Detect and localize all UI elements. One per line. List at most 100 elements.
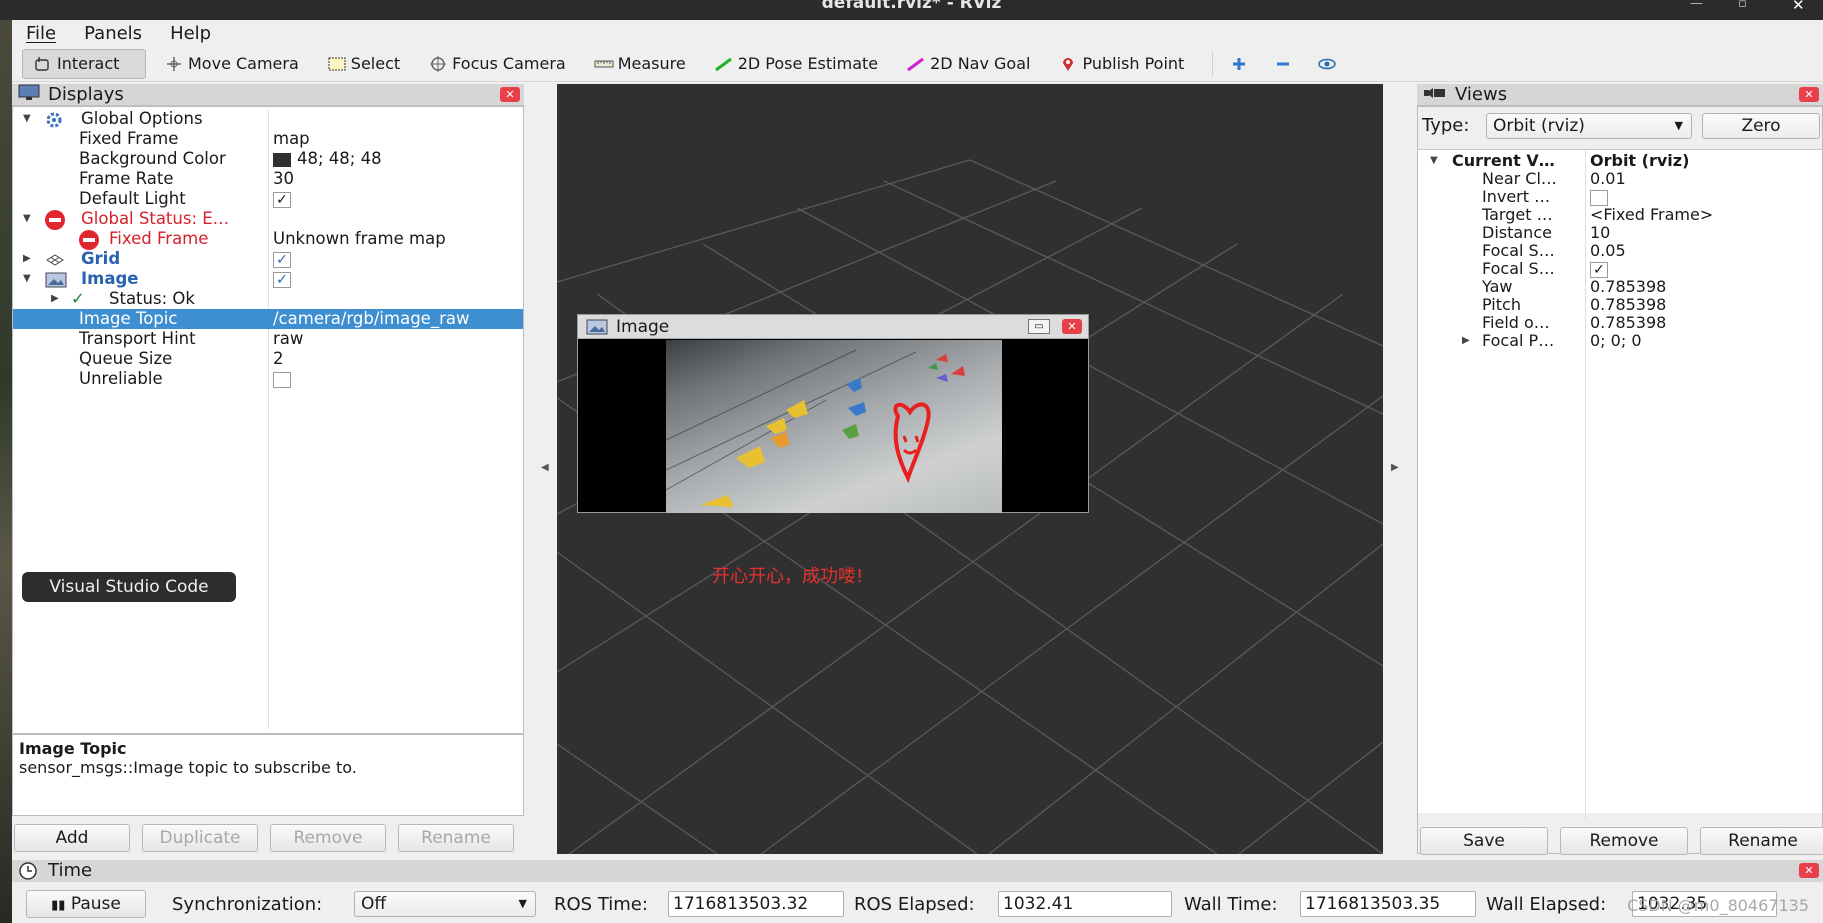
image-checkbox[interactable]: ✓ (273, 269, 291, 289)
remove-view-button[interactable]: Remove (1560, 827, 1688, 855)
remove-display-button[interactable]: Remove (270, 824, 386, 852)
tool-select[interactable]: Select (317, 49, 410, 79)
view-type-select[interactable]: Orbit (rviz) ▼ (1486, 113, 1692, 139)
rename-display-button[interactable]: Rename (398, 824, 514, 852)
view-row[interactable]: Focal S… ✓ (1418, 260, 1822, 278)
property-description: Image Topic sensor_msgs::Image topic to … (12, 734, 524, 816)
grid-checkbox[interactable]: ✓ (273, 249, 291, 269)
ros-time-field[interactable]: 1716813503.32 (668, 891, 844, 917)
close-window-icon[interactable]: ✕ (1792, 0, 1805, 14)
view-prop-value[interactable]: 0; 0; 0 (1590, 332, 1642, 350)
view-row[interactable]: Distance 10 (1418, 224, 1822, 242)
tree-row-queue-size[interactable]: Queue Size 2 (13, 349, 523, 369)
maximize-icon[interactable]: ▫ (1738, 0, 1747, 11)
duplicate-display-button[interactable]: Duplicate (142, 824, 258, 852)
menu-file[interactable]: File (12, 23, 70, 44)
right-splitter-arrow-icon[interactable]: ▶ (1391, 462, 1399, 473)
left-splitter-arrow-icon[interactable]: ◀ (541, 462, 549, 473)
view-row[interactable]: Focal S… 0.05 (1418, 242, 1822, 260)
tool-publish-point[interactable]: Publish Point (1048, 49, 1194, 79)
invert-checkbox[interactable] (1590, 188, 1608, 206)
view-prop-value[interactable]: 0.05 (1590, 242, 1626, 260)
tree-row-global-status[interactable]: ▼ Global Status: E… (13, 209, 523, 230)
rename-view-button[interactable]: Rename (1700, 827, 1823, 855)
pause-button[interactable]: ▮▮ Pause (26, 890, 146, 918)
tree-row-unreliable[interactable]: Unreliable (13, 369, 523, 389)
view-row[interactable]: Field o… 0.785398 (1418, 314, 1822, 332)
view-row-current[interactable]: ▼ Current V… Orbit (rviz) (1418, 152, 1822, 170)
view-prop-value[interactable]: <Fixed Frame> (1590, 206, 1713, 224)
menu-help[interactable]: Help (156, 23, 225, 44)
view-row[interactable]: Yaw 0.785398 (1418, 278, 1822, 296)
view-prop-value[interactable]: 0.01 (1590, 170, 1626, 188)
tree-row-fixed-frame-error[interactable]: Fixed Frame Unknown frame map (13, 229, 523, 250)
view-prop-key: Distance (1482, 223, 1552, 242)
add-tool-button[interactable] (1223, 49, 1259, 79)
tree-row-image-topic[interactable]: Image Topic /camera/rgb/image_raw (13, 309, 523, 329)
displays-panel: ▼ Global Options Fixed Frame map Backgro… (12, 106, 524, 734)
transport-hint-value[interactable]: raw (273, 329, 303, 349)
tree-row-frame-rate[interactable]: Frame Rate 30 (13, 169, 523, 189)
view-row[interactable]: Pitch 0.785398 (1418, 296, 1822, 314)
tool-move-camera[interactable]: Move Camera (154, 49, 309, 79)
tree-row-fixed-frame[interactable]: Fixed Frame map (13, 129, 523, 149)
view-row[interactable]: Target … <Fixed Frame> (1418, 206, 1822, 224)
expand-arrow-icon[interactable]: ▼ (1430, 152, 1438, 170)
image-window-close-icon[interactable]: ✕ (1062, 319, 1082, 334)
zero-button[interactable]: Zero (1702, 113, 1820, 139)
remove-tool-button[interactable] (1267, 49, 1303, 79)
minimize-icon[interactable]: — (1690, 0, 1703, 11)
expand-arrow-icon[interactable]: ▼ (23, 109, 31, 129)
frame-rate-value[interactable]: 30 (273, 169, 294, 189)
tool-2d-pose-estimate[interactable]: 2D Pose Estimate (704, 49, 888, 79)
tree-row-image[interactable]: ▼ Image ✓ (13, 269, 523, 289)
view-prop-value[interactable]: 0.785398 (1590, 314, 1666, 332)
sync-select[interactable]: Off ▼ (354, 891, 536, 917)
background-color-value[interactable]: 48; 48; 48 (273, 149, 382, 169)
image-topic-value[interactable]: /camera/rgb/image_raw (273, 309, 469, 329)
view-prop-value[interactable]: 0.785398 (1590, 296, 1666, 314)
tree-row-default-light[interactable]: Default Light ✓ (13, 189, 523, 209)
tree-row-transport-hint[interactable]: Transport Hint raw (13, 329, 523, 349)
collapse-arrow-icon[interactable]: ▶ (51, 289, 59, 309)
collapse-arrow-icon[interactable]: ▶ (1462, 332, 1470, 350)
view-prop-value[interactable]: 10 (1590, 224, 1610, 242)
displays-close-icon[interactable]: ✕ (500, 87, 520, 102)
add-display-button[interactable]: Add (14, 824, 130, 852)
undock-icon[interactable]: ▭ (1028, 319, 1050, 334)
status-ok-label: Status: Ok (109, 289, 195, 308)
tool-measure[interactable]: Measure (584, 49, 696, 79)
tool-2d-nav-goal[interactable]: 2D Nav Goal (896, 49, 1040, 79)
tree-row-status-ok[interactable]: ▶ ✓ Status: Ok (13, 289, 523, 309)
expand-arrow-icon[interactable]: ▼ (23, 209, 31, 229)
unreliable-checkbox[interactable] (273, 369, 291, 389)
time-close-icon[interactable]: ✕ (1799, 863, 1819, 878)
view-row[interactable]: Near Cl… 0.01 (1418, 170, 1822, 188)
tool-focus-camera[interactable]: Focus Camera (418, 49, 576, 79)
view-prop-value[interactable]: 0.785398 (1590, 278, 1666, 296)
expand-arrow-icon[interactable]: ▼ (23, 269, 31, 289)
views-close-icon[interactable]: ✕ (1799, 87, 1819, 102)
unreliable-key: Unreliable (79, 369, 163, 388)
time-title: Time (48, 860, 93, 881)
menu-panels[interactable]: Panels (70, 23, 156, 44)
view-row[interactable]: ▶ Focal P… 0; 0; 0 (1418, 332, 1822, 350)
save-view-button[interactable]: Save (1420, 827, 1548, 855)
collapse-arrow-icon[interactable]: ▶ (23, 249, 31, 269)
displays-panel-header: Displays ✕ (12, 84, 524, 106)
focal-shape-checkbox[interactable]: ✓ (1590, 260, 1608, 278)
tree-row-grid[interactable]: ▶ Grid ✓ (13, 249, 523, 269)
tree-row-background-color[interactable]: Background Color 48; 48; 48 (13, 149, 523, 169)
eye-icon (1317, 56, 1337, 72)
queue-size-value[interactable]: 2 (273, 349, 284, 369)
ros-elapsed-field[interactable]: 1032.41 (998, 891, 1172, 917)
view-row[interactable]: Invert … (1418, 188, 1822, 206)
tool-visibility-button[interactable] (1311, 49, 1347, 79)
image-display-window[interactable]: Image ▭ ✕ (577, 314, 1089, 513)
tree-row-global-options[interactable]: ▼ Global Options (13, 109, 523, 129)
tool-interact[interactable]: Interact (22, 48, 146, 79)
fixed-frame-value[interactable]: map (273, 129, 310, 149)
default-light-checkbox[interactable]: ✓ (273, 189, 291, 209)
image-window-header[interactable]: Image ▭ ✕ (578, 315, 1088, 339)
wall-time-field[interactable]: 1716813503.35 (1300, 891, 1476, 917)
